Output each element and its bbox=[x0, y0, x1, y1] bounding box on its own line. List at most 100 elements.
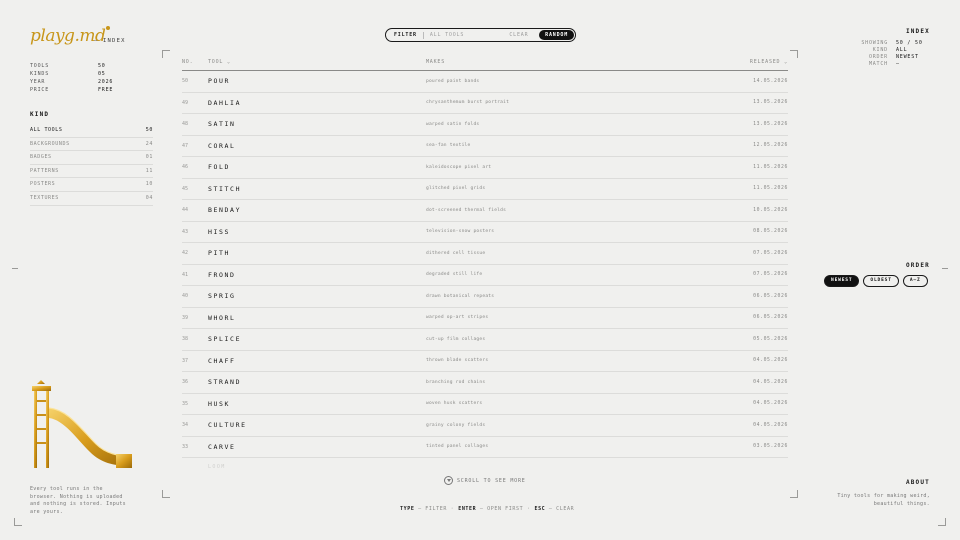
kind-label: BACKGROUNDS bbox=[30, 140, 70, 147]
row-released: 10.05.2026 bbox=[753, 207, 788, 213]
row-makes: woven husk scatters bbox=[426, 401, 483, 407]
meta-value: 50 bbox=[98, 63, 106, 69]
table-row[interactable]: 43 HISS television-snow posters 08.05.2026 bbox=[182, 222, 788, 243]
table-row[interactable]: 38 SPLICE cut-up film collages 05.05.2026 bbox=[182, 329, 788, 351]
filter-input[interactable] bbox=[429, 32, 508, 38]
table-row[interactable]: 36 STRAND branching rod chains 04.05.2026 bbox=[182, 372, 788, 394]
row-tool-name: DAHLIA bbox=[208, 98, 242, 107]
meta-row: PRICE FREE bbox=[30, 86, 120, 94]
row-number: 37 bbox=[182, 357, 189, 364]
row-makes: sea-fan textile bbox=[426, 143, 471, 149]
kind-count: 04 bbox=[145, 194, 153, 201]
row-released: 07.05.2026 bbox=[753, 250, 788, 256]
col-released[interactable]: RELEASED ⌄ bbox=[716, 57, 788, 70]
table-row[interactable]: 39 WHORL warped op-art stripes 06.05.2026 bbox=[182, 308, 788, 329]
random-button[interactable]: RANDOM bbox=[539, 30, 575, 40]
shortcut-action: FILTER bbox=[425, 506, 447, 512]
row-released: 06.05.2026 bbox=[753, 315, 788, 321]
row-number: 46 bbox=[182, 164, 189, 171]
row-makes: warped op-art stripes bbox=[426, 315, 489, 321]
kind-item-textures[interactable]: TEXTURES 04 bbox=[30, 192, 153, 206]
page-corner-br bbox=[938, 518, 946, 526]
table-row[interactable]: 44 BENDAY dot-screened thermal fields 10.05… bbox=[182, 200, 788, 222]
kind-item-posters[interactable]: POSTERS 10 bbox=[30, 178, 153, 192]
row-number: 45 bbox=[182, 185, 189, 192]
about-note: Every tool runs in the browser. Nothing … bbox=[30, 486, 126, 515]
table-row[interactable]: 33 CARVE tinted panel collages 03.05.2026 bbox=[182, 437, 788, 458]
scroll-hint-label: SCROLL TO SEE MORE bbox=[457, 477, 526, 484]
row-makes: glitched pixel grids bbox=[426, 186, 486, 192]
row-makes: degraded still life bbox=[426, 272, 483, 278]
table-row[interactable]: 45 STITCH glitched pixel grids 11.05.2026 bbox=[182, 179, 788, 200]
table-row[interactable]: 34 CULTURE grainy colony fields 04.05.2026 bbox=[182, 415, 788, 437]
meta-key: YEAR bbox=[30, 79, 46, 85]
kind-label: TEXTURES bbox=[30, 194, 59, 201]
table-row[interactable]: 42 PITH dithered cell tissue 07.05.2026 bbox=[182, 243, 788, 265]
meta-value: 05 bbox=[98, 71, 106, 77]
frame-corner-br bbox=[790, 490, 798, 498]
row-released: 13.05.2026 bbox=[753, 100, 788, 106]
shortcut-action: OPEN FIRST bbox=[487, 506, 524, 512]
order-newest-button[interactable]: NEWEST bbox=[824, 275, 860, 287]
kind-item-backgrounds[interactable]: BACKGROUNDS 24 bbox=[30, 138, 153, 152]
index-value: — bbox=[896, 61, 900, 67]
row-number: 36 bbox=[182, 379, 189, 386]
row-makes: drawn botanical repeats bbox=[426, 293, 495, 299]
scroll-hint[interactable]: SCROLL TO SEE MORE bbox=[444, 476, 526, 485]
kind-item-badges[interactable]: BADGES 01 bbox=[30, 151, 153, 165]
kind-item-patterns[interactable]: PATTERNS 11 bbox=[30, 165, 153, 179]
logo-dot-icon bbox=[106, 26, 111, 30]
col-makes[interactable]: MAKES bbox=[426, 57, 716, 70]
frame-corner-bl bbox=[162, 490, 170, 498]
row-released: 14.05.2026 bbox=[753, 78, 788, 84]
index-row: KIND ALL bbox=[852, 47, 932, 54]
keyboard-hints: TYPE — FILTER · ENTER — OPEN FIRST · ESC… bbox=[400, 506, 574, 512]
index-row: SHOWING 50 / 50 bbox=[852, 40, 932, 47]
table-row[interactable]: 41 FROND degraded still life 07.05.2026 bbox=[182, 265, 788, 286]
row-tool-name: FROND bbox=[208, 270, 236, 279]
order-options: NEWEST OLDEST A–Z bbox=[824, 275, 928, 287]
row-makes: kaleidoscope pixel art bbox=[426, 164, 492, 170]
about-text: Tiny tools for making weird, beautiful t… bbox=[837, 493, 930, 507]
index-key: ORDER bbox=[868, 54, 888, 60]
scroll-down-icon bbox=[444, 476, 453, 485]
row-tool-name: CORAL bbox=[208, 141, 236, 150]
table-row[interactable]: 46 FOLD kaleidoscope pixel art 11.05.2026 bbox=[182, 157, 788, 179]
row-tool-name: PITH bbox=[208, 249, 231, 258]
index-key: MATCH bbox=[868, 61, 888, 67]
kind-count: 11 bbox=[145, 167, 153, 174]
meta-row: TOOLS 50 bbox=[30, 62, 120, 70]
table-row[interactable]: 37 CHAFF thrown blade scatters 04.05.2026 bbox=[182, 351, 788, 372]
row-number: 50 bbox=[182, 78, 189, 85]
col-no[interactable]: NO. bbox=[182, 57, 208, 70]
col-tool[interactable]: TOOL ⌄ bbox=[208, 57, 426, 70]
clear-button[interactable]: CLEAR bbox=[509, 32, 539, 38]
row-released: 06.05.2026 bbox=[753, 293, 788, 299]
table-row[interactable]: 47 CORAL sea-fan textile 12.05.2026 bbox=[182, 136, 788, 157]
section-label: — INDEX bbox=[94, 38, 126, 44]
order-oldest-button[interactable]: OLDEST bbox=[863, 275, 899, 287]
row-released: 08.05.2026 bbox=[753, 229, 788, 235]
row-makes: television-snow posters bbox=[426, 229, 495, 235]
table-row[interactable]: 40 SPRIG drawn botanical repeats 06.05.2026 bbox=[182, 286, 788, 308]
order-az-button[interactable]: A–Z bbox=[902, 275, 928, 287]
kind-count: 24 bbox=[145, 140, 153, 147]
kind-item-all-tools[interactable]: ALL TOOLS 50 bbox=[30, 124, 153, 138]
row-makes: poured paint bands bbox=[426, 78, 480, 84]
table-row[interactable]: 48 SATIN warped satin folds 13.05.2026 bbox=[182, 114, 788, 136]
row-tool-name: CHAFF bbox=[208, 356, 236, 365]
faded-row-tool: LOOM bbox=[208, 464, 226, 470]
table-row[interactable]: 35 HUSK woven husk scatters 04.05.2026 bbox=[182, 394, 788, 415]
kind-label: PATTERNS bbox=[30, 167, 59, 174]
meta-value: 2026 bbox=[98, 79, 114, 85]
meta-value: FREE bbox=[98, 87, 114, 93]
row-tool-name: SPLICE bbox=[208, 335, 242, 344]
row-tool-name: SPRIG bbox=[208, 292, 236, 301]
table-row[interactable]: 50 POUR poured paint bands 14.05.2026 bbox=[182, 71, 788, 93]
table-row[interactable]: 49 DAHLIA chrysanthemum burst portrait 13.0… bbox=[182, 93, 788, 114]
frame-corner-tr bbox=[790, 50, 798, 58]
edge-mark-left bbox=[12, 268, 18, 269]
index-key: KIND bbox=[872, 47, 888, 53]
kind-count: 10 bbox=[145, 181, 153, 188]
row-tool-name: HUSK bbox=[208, 399, 231, 408]
